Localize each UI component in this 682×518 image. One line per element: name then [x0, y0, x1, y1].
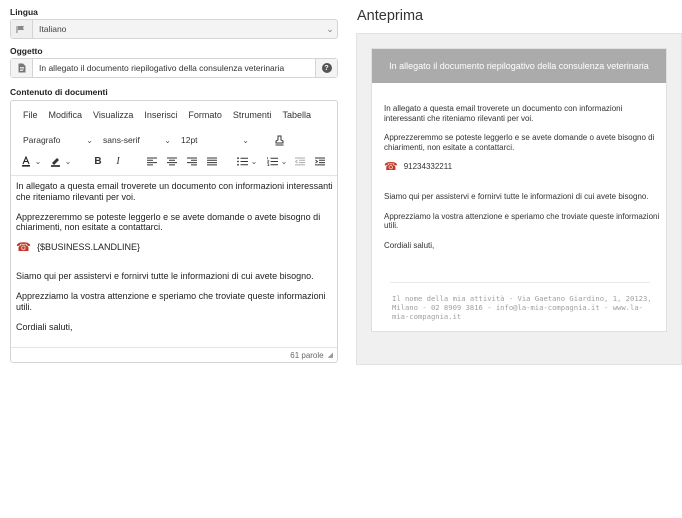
bullet-list-button[interactable] — [235, 153, 249, 169]
language-select[interactable]: Italiano ⌄ — [10, 19, 338, 39]
menu-strumenti[interactable]: Strumenti — [233, 110, 272, 120]
chevron-down-icon: ⌄ — [164, 135, 171, 145]
align-left-icon — [147, 157, 157, 165]
numbered-list-icon — [266, 156, 278, 166]
font-size-dropdown[interactable]: 12pt ⌄ — [177, 132, 253, 148]
preview-paragraph: Apprezzeremmo se poteste leggerlo e se a… — [384, 133, 655, 152]
font-size-value: 12pt — [181, 135, 198, 145]
preview-frame: In allegato il documento riepilogativo d… — [356, 33, 682, 365]
block-format-dropdown[interactable]: Paragrafo ⌄ — [19, 132, 97, 148]
document-icon — [11, 59, 33, 77]
email-preview-card: In allegato il documento riepilogativo d… — [371, 48, 667, 332]
chevron-down-icon[interactable]: ⌄ — [249, 153, 259, 169]
email-preview-header: In allegato il documento riepilogativo d… — [372, 49, 666, 83]
question-icon: ? — [321, 63, 332, 73]
preview-paragraph: Cordiali saluti, — [384, 240, 435, 250]
email-preview-body: In allegato a questa email troverete un … — [384, 104, 660, 260]
preview-phone-number: 91234332211 — [403, 162, 453, 172]
block-format-value: Paragrafo — [23, 135, 61, 145]
italic-button[interactable]: I — [111, 153, 125, 169]
content-paragraph: Apprezzeremmo se poteste leggerlo e se a… — [16, 211, 321, 233]
align-center-icon — [167, 157, 177, 165]
subject-help-button[interactable]: ? — [315, 59, 337, 77]
content-paragraph: Siamo qui per assistervi e fornirvi tutt… — [16, 271, 314, 281]
text-color-icon — [22, 155, 30, 167]
chevron-down-icon[interactable]: ⌄ — [63, 153, 73, 169]
preview-footer-divider — [390, 282, 650, 283]
editor-style-toolbar: ⌄ ⌄ B I ⌄ ⌄ — [19, 153, 327, 169]
editor-statusbar: 61 parole ◢ — [11, 347, 337, 362]
stamp-button[interactable] — [269, 132, 289, 148]
content-paragraph: Cordiali saluti, — [16, 321, 73, 332]
content-label: Contenuto di documenti — [10, 87, 108, 97]
outdent-icon — [295, 157, 305, 165]
align-left-button[interactable] — [145, 153, 159, 169]
subject-field[interactable]: In allegato il documento riepilogativo d… — [10, 58, 338, 78]
align-right-button[interactable] — [185, 153, 199, 169]
editor-menubar: File Modifica Visualizza Inserisci Forma… — [23, 110, 322, 120]
outdent-button[interactable] — [293, 153, 307, 169]
align-right-icon — [187, 157, 197, 165]
preview-paragraph: In allegato a questa email troverete un … — [384, 104, 623, 123]
editor-content[interactable]: In allegato a questa email troverete un … — [16, 181, 334, 342]
content-phone-placeholder: {$BUSINESS.LANDLINE} — [36, 242, 141, 252]
numbered-list-button[interactable] — [265, 153, 279, 169]
menu-inserisci[interactable]: Inserisci — [144, 110, 177, 120]
phone-icon: ☎ — [16, 240, 31, 255]
menu-tabella[interactable]: Tabella — [282, 110, 311, 120]
font-family-dropdown[interactable]: sans-serif ⌄ — [99, 132, 175, 148]
language-flag-icon — [11, 20, 33, 38]
subject-label: Oggetto — [10, 46, 43, 56]
bold-button[interactable]: B — [91, 153, 105, 169]
chevron-down-icon: ⌄ — [326, 23, 334, 34]
language-label: Lingua — [10, 7, 38, 17]
language-select-value: Italiano — [39, 24, 67, 34]
content-phone-line: ☎ {$BUSINESS.LANDLINE} — [16, 240, 334, 255]
menu-formato[interactable]: Formato — [188, 110, 222, 120]
stamp-icon — [275, 135, 283, 145]
highlighter-icon — [50, 157, 60, 167]
content-paragraph: In allegato a questa email troverete un … — [16, 181, 333, 202]
rich-text-editor: File Modifica Visualizza Inserisci Forma… — [10, 100, 338, 363]
preview-paragraph: Apprezziamo la vostra attenzione e speri… — [384, 211, 660, 231]
indent-button[interactable] — [313, 153, 327, 169]
content-empty-line — [16, 262, 334, 271]
chevron-down-icon[interactable]: ⌄ — [279, 153, 289, 169]
align-justify-icon — [207, 157, 217, 165]
align-center-button[interactable] — [165, 153, 179, 169]
phone-icon: ☎ — [384, 161, 398, 173]
chevron-down-icon: ⌄ — [242, 135, 249, 145]
preview-paragraph: Siamo qui per assistervi e fornirvi tutt… — [384, 192, 649, 201]
menu-modifica[interactable]: Modifica — [49, 110, 83, 120]
indent-icon — [315, 157, 325, 165]
bullet-list-icon — [236, 156, 248, 166]
preview-phone-line: ☎ 91234332211 — [384, 161, 660, 173]
email-preview-footer: Il nome della mia attività - Via Gaetano… — [392, 294, 652, 321]
toolbar-divider — [11, 175, 337, 176]
menu-file[interactable]: File — [23, 110, 38, 120]
text-color-button[interactable] — [19, 153, 33, 169]
chevron-down-icon: ⌄ — [86, 135, 93, 145]
editor-format-toolbar: Paragrafo ⌄ sans-serif ⌄ 12pt ⌄ — [19, 132, 289, 148]
menu-visualizza[interactable]: Visualizza — [93, 110, 133, 120]
content-paragraph: Apprezziamo la vostra attenzione e speri… — [16, 291, 326, 312]
subject-input[interactable]: In allegato il documento riepilogativo d… — [33, 63, 315, 73]
word-count: 61 parole — [290, 350, 324, 360]
font-family-value: sans-serif — [103, 135, 140, 145]
chevron-down-icon[interactable]: ⌄ — [33, 153, 43, 169]
highlight-color-button[interactable] — [47, 153, 63, 169]
align-justify-button[interactable] — [205, 153, 219, 169]
resize-handle-icon[interactable]: ◢ — [328, 351, 333, 359]
preview-title: Anteprima — [357, 8, 424, 24]
